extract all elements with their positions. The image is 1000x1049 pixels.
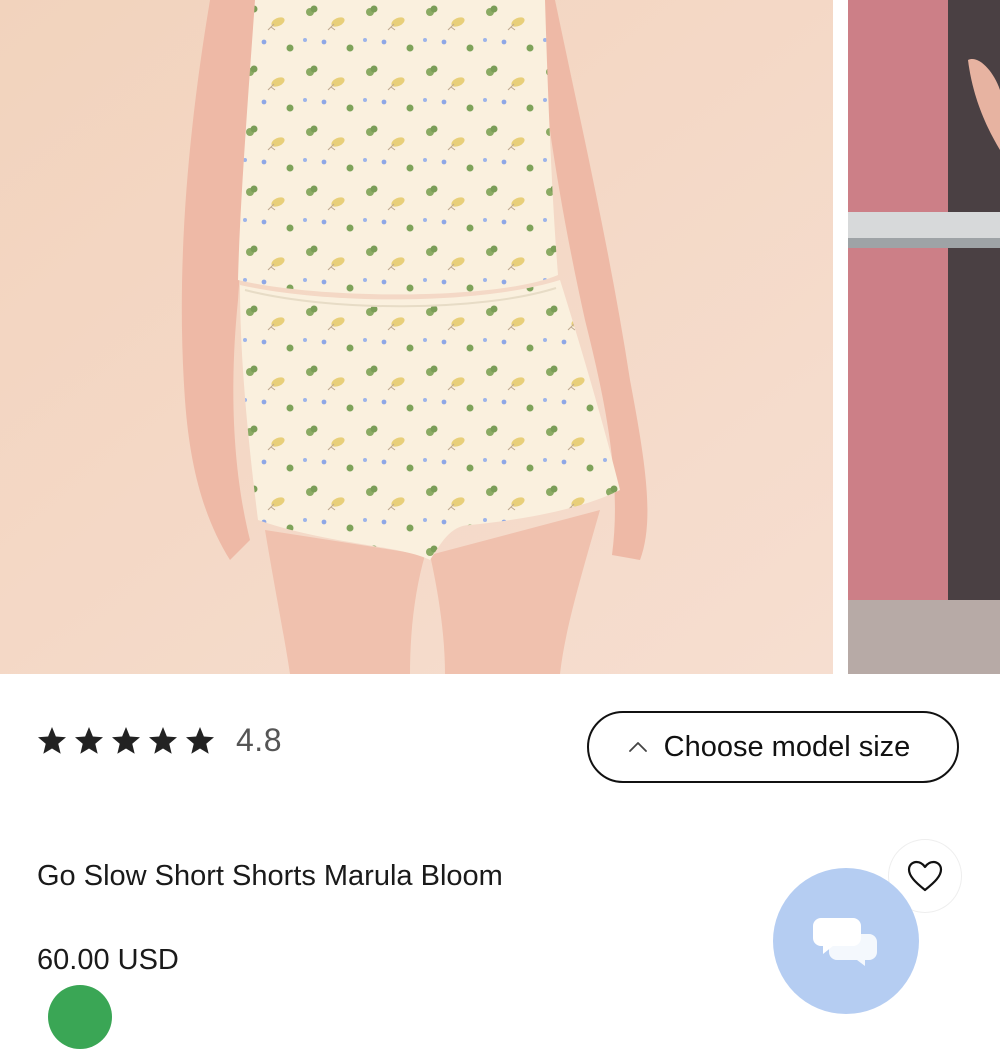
heart-icon: [907, 860, 943, 892]
product-title: Go Slow Short Shorts Marula Bloom: [37, 860, 503, 892]
choose-model-size-button[interactable]: Choose model size: [587, 711, 959, 783]
product-photo-next[interactable]: [848, 0, 1000, 674]
product-photo-main[interactable]: [0, 0, 833, 674]
product-price: 60.00 USD: [37, 944, 179, 976]
star-icon: [38, 726, 66, 754]
star-icon: [149, 726, 177, 754]
star-icon: [112, 726, 140, 754]
product-rating: 4.8: [36, 722, 282, 759]
chevron-up-icon: [628, 742, 647, 752]
choose-model-size-label: Choose model size: [663, 730, 911, 763]
secondary-photo: [848, 0, 1000, 674]
model-photo: [0, 0, 833, 674]
rating-value: 4.8: [236, 722, 282, 758]
star-rating: [36, 725, 216, 757]
chat-bubbles-icon: [813, 918, 877, 966]
chat-button[interactable]: [773, 868, 919, 1014]
star-icon: [75, 726, 103, 754]
product-image-gallery[interactable]: [0, 0, 1000, 674]
status-badge[interactable]: [48, 985, 112, 1049]
star-icon: [186, 726, 214, 754]
